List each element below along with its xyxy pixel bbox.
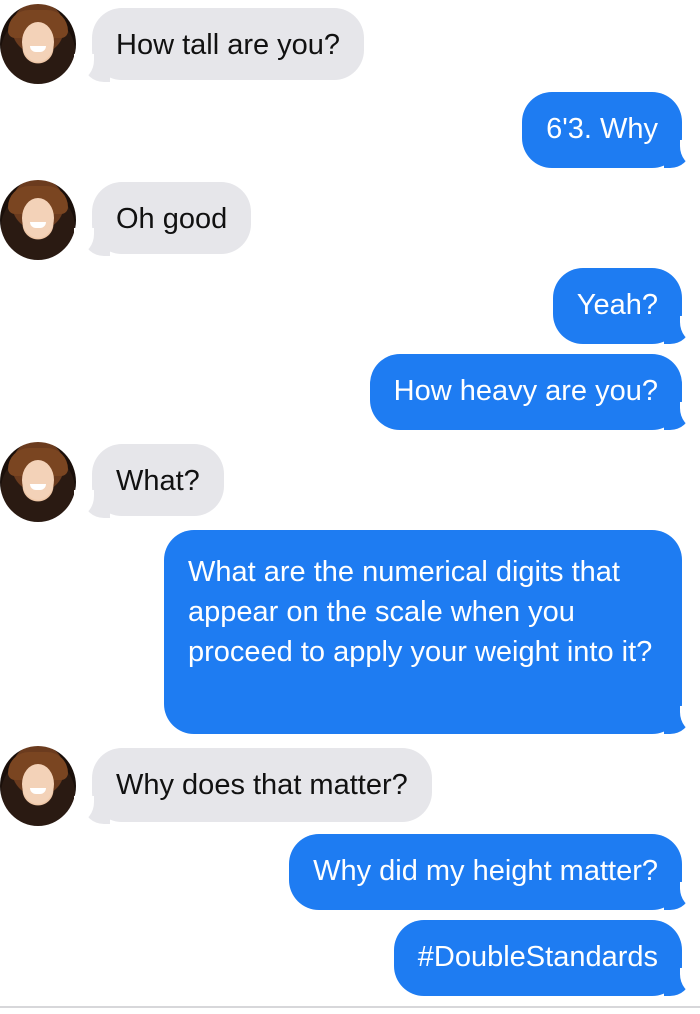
message-row: How tall are you?: [0, 4, 700, 86]
bottom-divider: [0, 1006, 700, 1008]
message-row: 6'3. Why: [0, 92, 700, 172]
bubble-tail: [664, 140, 700, 168]
outgoing-message-bubble[interactable]: What are the numerical digits that appea…: [164, 530, 682, 734]
message-row: Why does that matter?: [0, 744, 700, 826]
contact-avatar[interactable]: [0, 4, 76, 84]
avatar-face: [22, 460, 54, 500]
avatar-face: [22, 22, 54, 62]
avatar-face: [22, 198, 54, 238]
bubble-tail: [664, 706, 700, 734]
outgoing-message-bubble[interactable]: Why did my height matter?: [289, 834, 682, 910]
incoming-message-bubble[interactable]: Oh good: [92, 182, 252, 254]
bubble-tail: [74, 490, 110, 518]
bubble-tail: [74, 228, 110, 256]
bubble-tail: [664, 316, 700, 344]
bubble-tail: [74, 796, 110, 824]
bubble-tail: [74, 54, 110, 82]
bubble-tail: [664, 968, 700, 996]
contact-avatar[interactable]: [0, 746, 76, 826]
incoming-message-bubble[interactable]: Why does that matter?: [92, 748, 432, 822]
incoming-message-bubble[interactable]: How tall are you?: [92, 8, 365, 80]
message-row: Yeah?: [0, 268, 700, 346]
outgoing-message-bubble[interactable]: 6'3. Why: [522, 92, 682, 168]
avatar-face: [22, 764, 54, 804]
incoming-message-bubble[interactable]: What?: [92, 444, 224, 516]
outgoing-message-bubble[interactable]: Yeah?: [552, 268, 682, 344]
message-row: Oh good: [0, 178, 700, 260]
contact-avatar[interactable]: [0, 442, 76, 522]
outgoing-message-bubble[interactable]: How heavy are you?: [369, 354, 682, 430]
message-row: #DoubleStandards: [0, 920, 700, 1000]
bubble-tail: [664, 402, 700, 430]
outgoing-message-bubble[interactable]: #DoubleStandards: [393, 920, 682, 996]
bubble-tail: [664, 882, 700, 910]
message-row: What?: [0, 440, 700, 522]
message-row: Why did my height matter?: [0, 834, 700, 912]
contact-avatar[interactable]: [0, 180, 76, 260]
message-row: What are the numerical digits that appea…: [0, 530, 700, 736]
message-row: How heavy are you?: [0, 354, 700, 432]
